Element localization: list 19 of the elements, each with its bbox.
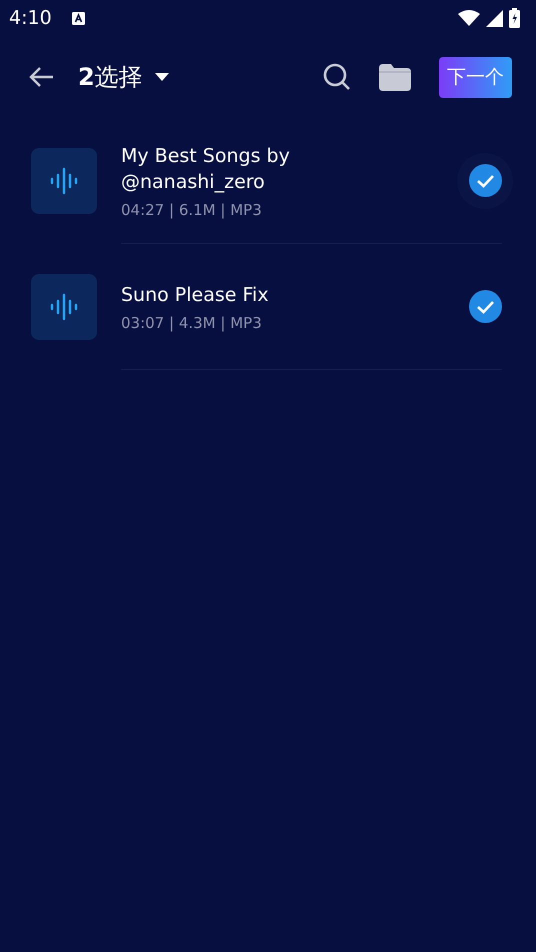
- file-title: Suno Please Fix: [121, 282, 270, 308]
- file-details: 04:27 | 6.1M | MP3: [121, 200, 263, 218]
- search-icon[interactable]: [323, 63, 351, 91]
- battery-icon: [509, 8, 520, 28]
- next-button[interactable]: 下一个: [439, 56, 512, 98]
- keyboard-icon: [72, 12, 85, 24]
- selection-count-title[interactable]: 2选择: [78, 61, 143, 93]
- waveform-icon: [50, 292, 78, 320]
- caret-icon[interactable]: [154, 73, 169, 81]
- checkbox[interactable]: [468, 290, 502, 323]
- folder-icon[interactable]: [379, 64, 411, 90]
- wifi-icon: [458, 10, 480, 26]
- back-arrow-icon[interactable]: [28, 66, 54, 88]
- waveform-icon: [50, 166, 78, 194]
- file-details: 03:07 | 4.3M | MP3: [121, 314, 263, 332]
- checkbox[interactable]: [468, 164, 502, 197]
- file-title: My Best Songs by @nanashi_zero: [121, 144, 291, 194]
- status-time: 4:10: [9, 7, 52, 29]
- signal-icon: [486, 10, 503, 26]
